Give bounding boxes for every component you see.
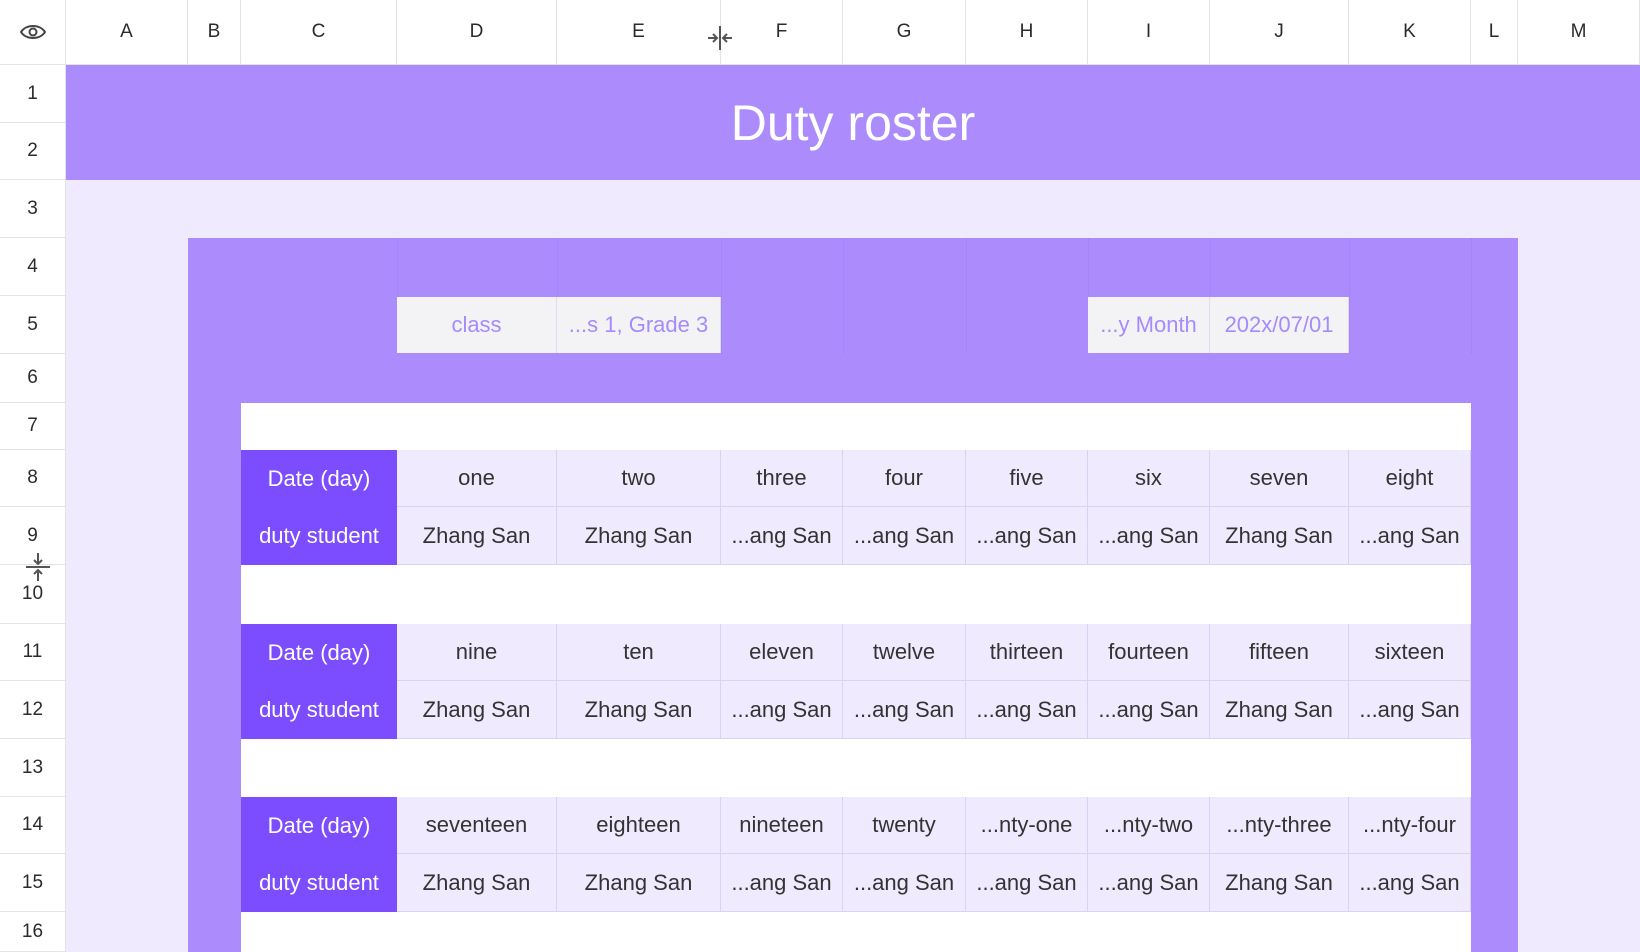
duty-label[interactable]: duty student — [241, 854, 397, 912]
grid-line — [1471, 238, 1472, 354]
student-cell[interactable]: Zhang San — [1210, 507, 1349, 565]
column-header-i[interactable]: I — [1088, 0, 1210, 65]
student-cell[interactable]: ...ang San — [1349, 854, 1471, 912]
day-cell[interactable]: ...nty-one — [966, 797, 1088, 854]
day-cell[interactable]: eighteen — [557, 797, 721, 854]
column-header-l[interactable]: L — [1471, 0, 1518, 65]
student-cell[interactable]: Zhang San — [557, 854, 721, 912]
select-all-corner[interactable] — [0, 0, 66, 65]
student-cell[interactable]: ...ang San — [966, 854, 1088, 912]
column-header-j[interactable]: J — [1210, 0, 1349, 65]
student-cell[interactable]: Zhang San — [557, 507, 721, 565]
student-cell[interactable]: Zhang San — [397, 507, 557, 565]
day-cell[interactable]: seven — [1210, 450, 1349, 507]
class-label[interactable]: class — [397, 297, 557, 353]
row-header-3[interactable]: 3 — [0, 180, 66, 238]
eye-icon — [19, 25, 46, 39]
student-cell[interactable]: ...ang San — [721, 854, 843, 912]
student-cell[interactable]: Zhang San — [1210, 854, 1349, 912]
student-cell[interactable]: ...ang San — [843, 854, 966, 912]
day-cell[interactable]: six — [1088, 450, 1210, 507]
day-cell[interactable]: fourteen — [1088, 624, 1210, 681]
day-cell[interactable]: fifteen — [1210, 624, 1349, 681]
student-cell[interactable]: ...ang San — [966, 507, 1088, 565]
day-cell[interactable]: sixteen — [1349, 624, 1471, 681]
day-cell[interactable]: two — [557, 450, 721, 507]
row-header-5[interactable]: 5 — [0, 296, 66, 354]
student-cell[interactable]: Zhang San — [557, 681, 721, 739]
grid-line — [721, 238, 722, 354]
column-header-h[interactable]: H — [966, 0, 1088, 65]
date-label[interactable]: Date (day) — [241, 624, 397, 681]
row-header-2[interactable]: 2 — [0, 123, 66, 180]
student-cell[interactable]: ...ang San — [1349, 507, 1471, 565]
column-header-b[interactable]: B — [188, 0, 241, 65]
day-cell[interactable]: ...nty-four — [1349, 797, 1471, 854]
column-header-d[interactable]: D — [397, 0, 557, 65]
student-cell[interactable]: ...ang San — [721, 681, 843, 739]
grid-line — [843, 238, 844, 354]
class-value[interactable]: ...s 1, Grade 3 — [557, 297, 721, 353]
column-header-k[interactable]: K — [1349, 0, 1471, 65]
row-resize-icon[interactable] — [24, 551, 52, 583]
day-cell[interactable]: eleven — [721, 624, 843, 681]
day-cell[interactable]: thirteen — [966, 624, 1088, 681]
student-cell[interactable]: Zhang San — [397, 681, 557, 739]
row-header-1[interactable]: 1 — [0, 65, 66, 123]
page-title: Duty roster — [730, 94, 976, 151]
day-cell[interactable]: ten — [557, 624, 721, 681]
day-cell[interactable]: twelve — [843, 624, 966, 681]
month-value[interactable]: 202x/07/01 — [1210, 297, 1349, 353]
grid-line — [1349, 238, 1350, 354]
student-cell[interactable]: ...ang San — [843, 681, 966, 739]
student-cell[interactable]: Zhang San — [1210, 681, 1349, 739]
column-header-m[interactable]: M — [1518, 0, 1640, 65]
day-cell[interactable]: one — [397, 450, 557, 507]
day-cell[interactable]: eight — [1349, 450, 1471, 507]
column-header-c[interactable]: C — [241, 0, 397, 65]
row-header-6[interactable]: 6 — [0, 354, 66, 403]
day-cell[interactable]: nineteen — [721, 797, 843, 854]
row-header-8[interactable]: 8 — [0, 450, 66, 507]
day-cell[interactable]: ...nty-two — [1088, 797, 1210, 854]
student-cell[interactable]: ...ang San — [1088, 681, 1210, 739]
row-header-13[interactable]: 13 — [0, 739, 66, 797]
row-header-12[interactable]: 12 — [0, 681, 66, 739]
day-cell[interactable]: twenty — [843, 797, 966, 854]
column-header-g[interactable]: G — [843, 0, 966, 65]
spreadsheet: ABCDEFGHIJKLM 1 2 3 4 5 6 7 8 9 10 11 12 13 14 15 16 cl… — [0, 0, 1640, 952]
student-cell[interactable]: ...ang San — [721, 507, 843, 565]
column-header-f[interactable]: F — [721, 0, 843, 65]
student-cell[interactable]: ...ang San — [966, 681, 1088, 739]
row-header-11[interactable]: 11 — [0, 624, 66, 681]
student-cell[interactable]: ...ang San — [1088, 854, 1210, 912]
day-cell[interactable]: five — [966, 450, 1088, 507]
row-header-16[interactable]: 16 — [0, 912, 66, 952]
date-label[interactable]: Date (day) — [241, 450, 397, 507]
day-cell[interactable]: seventeen — [397, 797, 557, 854]
row-header-4[interactable]: 4 — [0, 238, 66, 296]
student-cell[interactable]: Zhang San — [397, 854, 557, 912]
grid-line — [966, 238, 967, 354]
row-header-7[interactable]: 7 — [0, 403, 66, 450]
duty-label[interactable]: duty student — [241, 681, 397, 739]
day-cell[interactable]: nine — [397, 624, 557, 681]
column-resize-icon[interactable] — [704, 24, 736, 52]
column-header-a[interactable]: A — [66, 0, 188, 65]
column-header-e[interactable]: E — [557, 0, 721, 65]
month-label[interactable]: ...y Month — [1088, 297, 1210, 353]
duty-label[interactable]: duty student — [241, 507, 397, 565]
date-label[interactable]: Date (day) — [241, 797, 397, 854]
day-cell[interactable]: four — [843, 450, 966, 507]
day-cell[interactable]: three — [721, 450, 843, 507]
student-cell[interactable]: ...ang San — [1088, 507, 1210, 565]
student-cell[interactable]: ...ang San — [843, 507, 966, 565]
row-header-15[interactable]: 15 — [0, 854, 66, 912]
student-cell[interactable]: ...ang San — [1349, 681, 1471, 739]
row-header-14[interactable]: 14 — [0, 797, 66, 854]
day-cell[interactable]: ...nty-three — [1210, 797, 1349, 854]
